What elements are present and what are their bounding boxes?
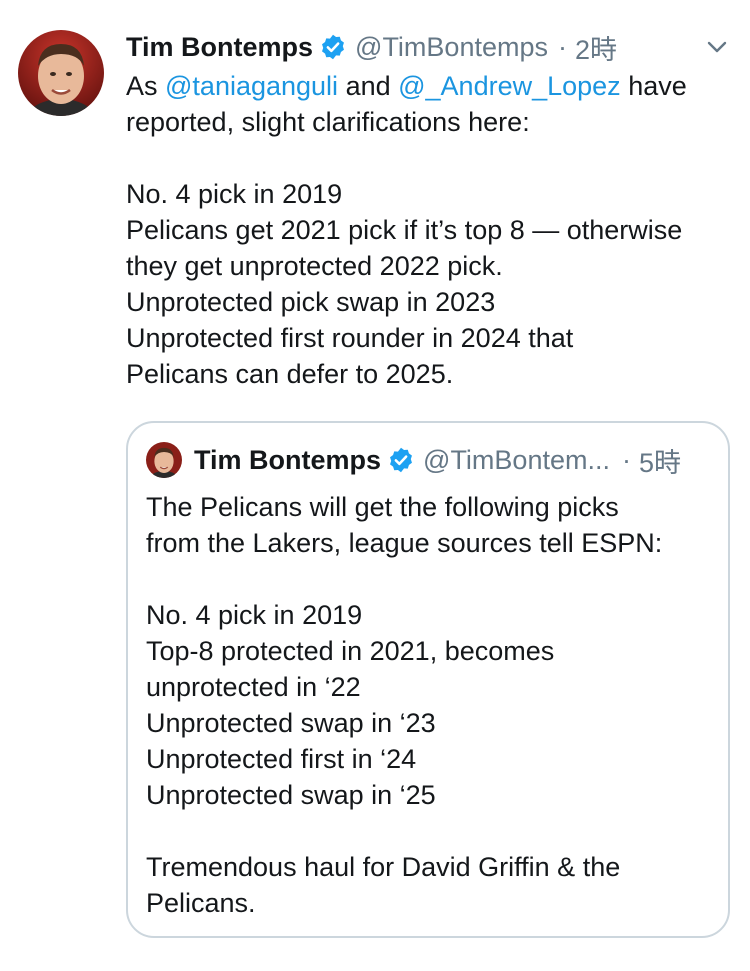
- tweet-text-line: they get unprotected 2022 pick.: [126, 251, 503, 281]
- tweet-text-line: Pelicans can defer to 2025.: [126, 359, 454, 389]
- tweet-text-line: Pelicans get 2021 pick if it’s top 8 — o…: [126, 215, 683, 245]
- author-handle[interactable]: @TimBontemps: [355, 32, 548, 63]
- quoted-text-line: The Pelicans will get the following pick…: [146, 492, 619, 522]
- quoted-text-blank-line: [146, 561, 718, 597]
- verified-badge-icon: [387, 446, 415, 474]
- verified-badge-icon: [319, 33, 347, 61]
- quoted-text-blank-line: [146, 813, 718, 849]
- quoted-header-separator: ·: [621, 444, 631, 475]
- quoted-avatar: [146, 442, 182, 478]
- quoted-text-line: Top-8 protected in 2021, becomes: [146, 636, 555, 666]
- tweet-text-line: As @taniaganguli and @_Andrew_Lopez have: [126, 71, 687, 101]
- header-separator: ·: [558, 31, 567, 62]
- quoted-text-line: Tremendous haul for David Griffin & the: [146, 852, 621, 882]
- tweet-text-line: Unprotected pick swap in 2023: [126, 287, 496, 317]
- quoted-tweet-card[interactable]: Tim Bontemps @TimBontem... · 5時 The Peli…: [126, 421, 730, 938]
- quoted-text-line: unprotected in ‘22: [146, 672, 361, 702]
- tweet-text-line: No. 4 pick in 2019: [126, 179, 343, 209]
- tweet-text-line: Unprotected first rounder in 2024 that: [126, 323, 574, 353]
- avatar[interactable]: [18, 30, 104, 116]
- quoted-text-line: from the Lakers, league sources tell ESP…: [146, 528, 663, 558]
- quoted-text-line: Unprotected swap in ‘25: [146, 780, 436, 810]
- mention-link-andrew-lopez[interactable]: @_Andrew_Lopez: [398, 71, 621, 101]
- tweet-timestamp[interactable]: 2時: [575, 28, 617, 67]
- quoted-text-line: Unprotected swap in ‘23: [146, 708, 436, 738]
- quoted-author-handle: @TimBontem...: [423, 444, 610, 475]
- mention-link-taniaganguli[interactable]: @taniaganguli: [165, 71, 338, 101]
- tweet-header: Tim Bontemps @TimBontemps · 2時: [126, 28, 730, 66]
- quoted-text-line: Unprotected first in ‘24: [146, 744, 417, 774]
- quoted-text-line: No. 4 pick in 2019: [146, 600, 363, 630]
- tweet-text-line: reported, slight clarifications here:: [126, 107, 530, 137]
- tweet-text: As @taniaganguli and @_Andrew_Lopez have…: [126, 68, 740, 392]
- quoted-text-line: Pelicans.: [146, 888, 256, 918]
- quoted-author-name: Tim Bontemps: [194, 444, 382, 475]
- quoted-tweet-timestamp: 5時: [638, 447, 682, 478]
- quoted-tweet-header: Tim Bontemps @TimBontem... · 5時: [146, 441, 712, 479]
- chevron-down-icon[interactable]: [706, 36, 728, 58]
- author-name[interactable]: Tim Bontemps: [126, 32, 313, 63]
- tweet[interactable]: Tim Bontemps @TimBontemps · 2時 As @tania…: [0, 0, 750, 971]
- quoted-tweet-text: The Pelicans will get the following pick…: [146, 489, 718, 921]
